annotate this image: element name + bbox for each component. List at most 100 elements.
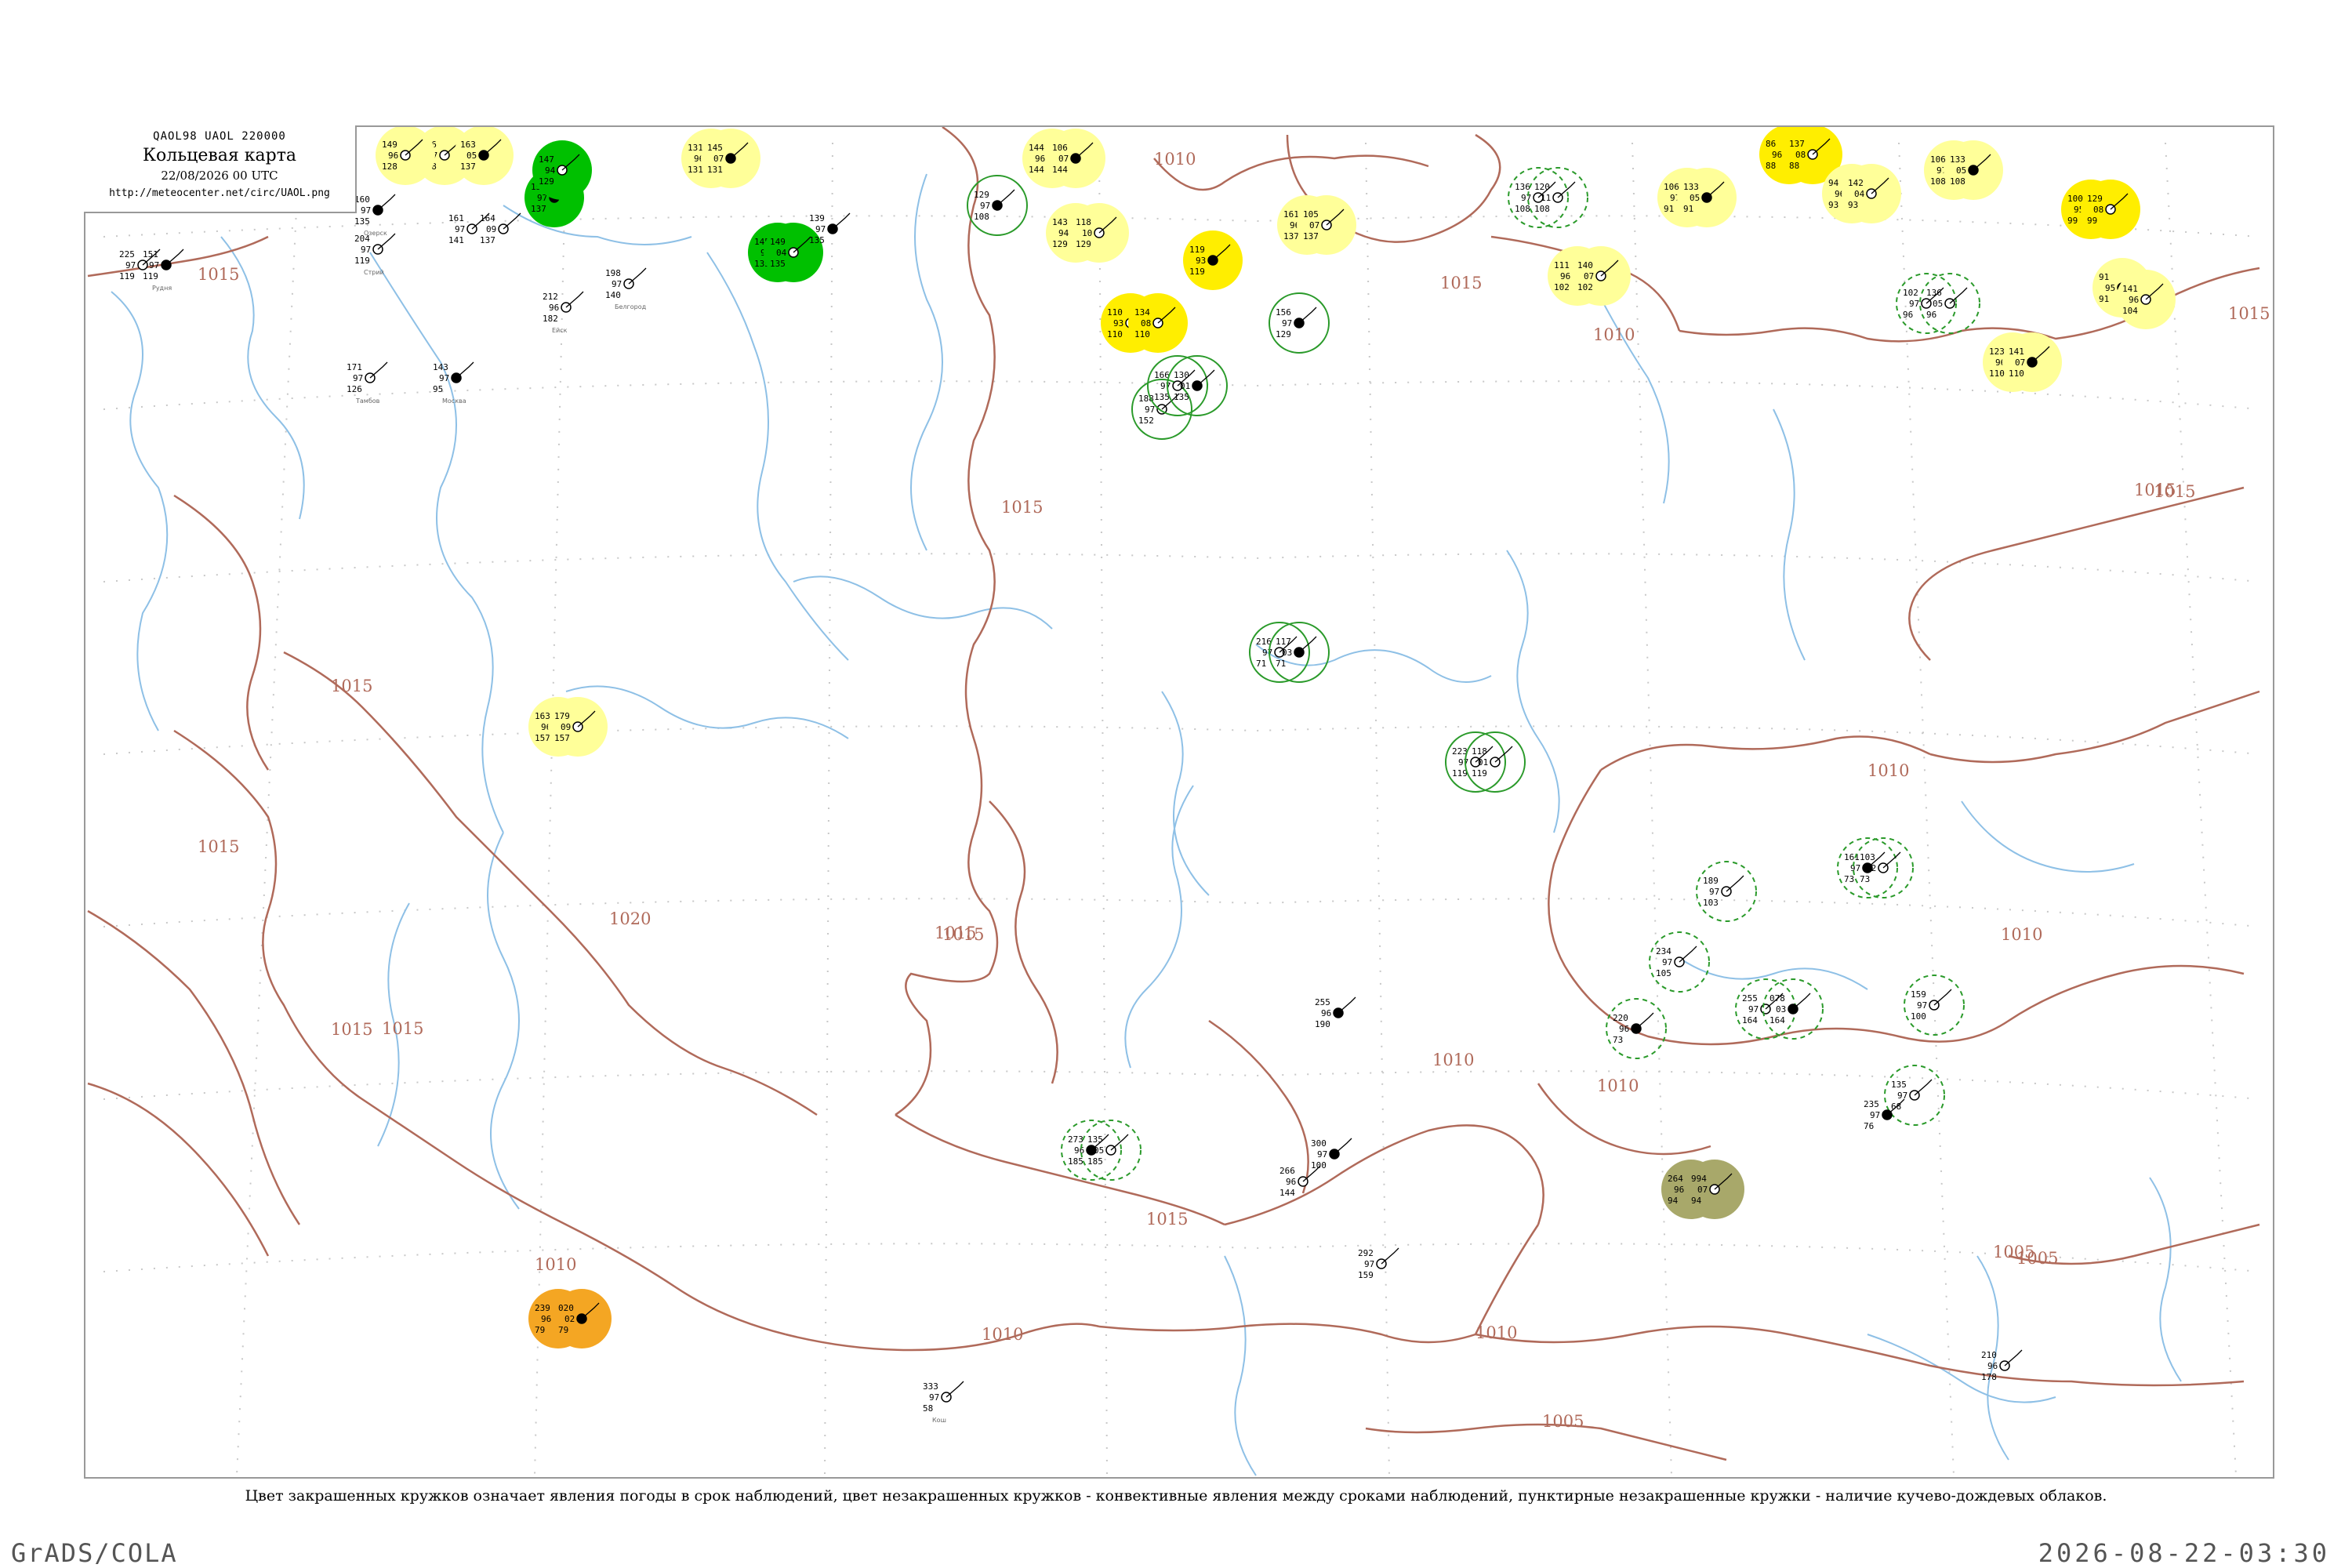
station-pressure: 137 [1303,231,1319,241]
station-name: Белгород [615,303,647,310]
station-dewpoint: 04 [1854,189,1865,199]
station-dewpoint: 97 [1709,887,1719,897]
wind-barb [1933,989,1952,1006]
station-temperature: 266 [1279,1166,1295,1176]
map-caption: Цвет закрашенных кружков означает явлени… [245,1487,2107,1504]
synoptic-map: 1015 1010 1015 1015 1015 1010 1010 1015 … [87,127,2270,1476]
isobar-label: 1015 [2134,481,2176,499]
station-temperature: 264 [1668,1174,1683,1184]
station-temperature: 139 [809,213,825,223]
station-temperature: 120 [1534,182,1550,192]
station-temperature: 212 [543,292,558,302]
station-dewpoint: 96 [1035,154,1045,164]
station-temperature: 220 [1613,1013,1628,1023]
map-frame: 1015 1010 1015 1015 1015 1010 1010 1015 … [84,125,2274,1479]
station-temperature: 141 [2122,284,2138,294]
isobar-label: 1010 [535,1255,576,1274]
isobar-label: 1015 [2228,304,2270,323]
station-temperature: 142 [1848,178,1864,188]
station-pressure: 99 [2067,216,2078,226]
station-pressure: 108 [1534,204,1550,214]
station-temperature: 118 [1472,746,1487,757]
station-temperature: 119 [1189,245,1205,255]
station-pressure: 157 [535,733,550,743]
station-dewpoint: 07 [2015,358,2025,368]
station-dewpoint: 97 [815,224,826,234]
station-dewpoint: 94 [545,165,556,176]
station-pressure: 94 [1668,1196,1679,1206]
wind-barb [456,361,474,379]
station-pressure: 164 [1769,1015,1785,1025]
station-dewpoint: 07 [1584,271,1594,281]
station-pressure: 108 [1515,204,1530,214]
wind-barb [1110,1134,1129,1151]
station-temperature: 117 [1276,637,1291,647]
station-temperature: 106 [1930,154,1946,165]
station-plot: 14196104 [2116,270,2176,329]
isobar-label: 1010 [2001,925,2042,944]
station-pressure: 135 [354,216,370,227]
station-pressure: 144 [1279,1188,1295,1198]
station-dewpoint: 09 [561,722,571,732]
station-temperature: 102 [1903,288,1918,298]
station-pressure: 164 [1742,1015,1758,1025]
station-plot: 1420493 [1842,164,1901,223]
station-dewpoint: 05 [466,151,477,161]
station-dewpoint: 93 [1113,318,1123,328]
station-pressure: 131 [707,165,723,175]
station-pressure: 185 [1087,1156,1103,1167]
station-plot: 2209673 [1606,998,1667,1059]
station-pressure: 100 [1911,1011,1926,1022]
wind-barb [2004,1349,2023,1367]
station-plot: 30097100 [1311,1138,1352,1171]
bulletin-codes: QAOL98 UAOL 220000 [153,130,286,143]
station-dewpoint: 07 [1058,154,1069,164]
station-pressure: 137 [531,204,546,214]
station-temperature: 149 [382,140,397,150]
station-plot: 21296182 Ейск [543,291,584,334]
station-pressure: 129 [1052,239,1068,249]
station-plot: 11810129 [1069,203,1129,263]
station-dewpoint: 01 [1478,757,1488,768]
station-pressure: 96 [1903,310,1913,320]
isobar-label: 1010 [1593,325,1635,344]
station-temperature: 137 [1789,139,1805,149]
station-dewpoint: 96 [388,151,398,161]
isobar-label: 1015 [198,265,239,284]
station-temperature: 156 [1276,307,1291,318]
station-dewpoint: 97 [929,1392,939,1403]
isobar-label: 1005 [1993,1243,2034,1261]
station-temperature: 134 [1134,307,1150,318]
station-plot: 26696144 [1279,1165,1321,1198]
station-dewpoint: 97 [1917,1000,1927,1011]
station-dewpoint: 02 [564,1314,575,1324]
station-temperature: 151 [143,249,158,260]
station-temperature: 135 [1087,1134,1103,1145]
station-dewpoint: 97 [1145,405,1155,415]
wind-barb [1914,1079,1933,1096]
isobar-label: 1015 [1146,1210,1188,1229]
station-pressure: 135 [1174,392,1189,402]
station-dewpoint: 96 [1286,1177,1296,1187]
station-dewpoint: 97 [980,201,990,211]
station-dewpoint: 96 [541,1314,551,1324]
station-temperature: 106 [1664,182,1679,192]
station-pressure: 119 [1189,267,1205,277]
station-dewpoint: 97 [612,279,622,289]
station-pressure: 104 [2122,306,2138,316]
station-dewpoint: 04 [776,248,787,258]
wind-barb [1792,993,1811,1010]
isobar-label: 1010 [982,1325,1023,1344]
wind-barb [1679,946,1697,963]
station-temperature: 159 [1911,989,1926,1000]
station-dewpoint: 97 [1850,863,1860,873]
station-temperature: 129 [974,190,989,200]
software-credit: GrADS/COLA [11,1538,178,1568]
station-temperature: 147 [539,154,554,165]
station-pressure: 91 [2099,294,2109,304]
isobar-label: 1010 [1154,150,1196,169]
station-pressure: 128 [382,162,397,172]
station-temperature: 140 [1577,260,1593,270]
station-plot: 13305108 [1944,140,2003,200]
station-pressure: 152 [1138,416,1154,426]
